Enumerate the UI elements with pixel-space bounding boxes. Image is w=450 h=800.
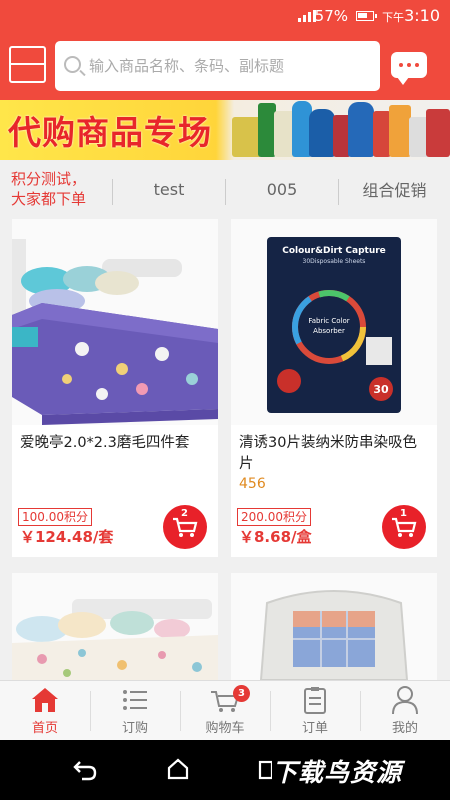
- promo-banner[interactable]: 代购商品专场: [0, 100, 450, 160]
- product-image-container: [231, 573, 437, 680]
- product-card[interactable]: [12, 573, 218, 680]
- category-tab-points-test[interactable]: 积分测试， 大家都下单: [0, 160, 112, 218]
- tab-label: 订购: [121, 721, 148, 736]
- search-input[interactable]: [89, 51, 369, 81]
- points-badge: 200.00积分: [237, 508, 311, 526]
- battery-icon: [356, 11, 377, 21]
- signal-icon: [298, 10, 316, 22]
- product-stock: 456: [239, 476, 266, 492]
- svg-text:30Disposable Sheets: 30Disposable Sheets: [303, 258, 366, 265]
- header: [0, 32, 450, 100]
- cart-icon: [392, 517, 417, 537]
- product-image-floral-bedding: [12, 573, 218, 680]
- svg-text:30: 30: [373, 383, 389, 396]
- points-badge: 100.00积分: [18, 508, 92, 526]
- category-tab-005[interactable]: 005: [226, 160, 338, 218]
- menu-icon[interactable]: [9, 46, 46, 83]
- product-name: 清诱30片装纳米防串染吸色片: [239, 435, 417, 472]
- product-card[interactable]: 爱晚亭2.0*2.3磨毛四件套 100.00积分 ￥124.48/套 2: [12, 219, 218, 557]
- product-card[interactable]: [231, 573, 437, 680]
- search-icon: [64, 56, 81, 73]
- search-box[interactable]: [55, 41, 380, 91]
- tab-order[interactable]: 订购: [90, 681, 180, 740]
- product-image-bedding: [12, 219, 218, 425]
- tab-label: 首页: [31, 721, 58, 736]
- svg-text:Fabric Color: Fabric Color: [308, 317, 349, 325]
- order-icon: [304, 687, 326, 714]
- category-tab-test[interactable]: test: [113, 160, 225, 218]
- svg-text:Colour&Dirt Capture: Colour&Dirt Capture: [282, 246, 386, 256]
- back-icon[interactable]: [72, 758, 98, 782]
- category-tab-combo-promo[interactable]: 组合促销: [339, 160, 450, 218]
- product-price: ￥8.68/盒: [239, 528, 312, 546]
- category-bar: 积分测试， 大家都下单 test 005 组合促销: [0, 160, 450, 218]
- home-icon: [32, 688, 58, 712]
- tab-orders[interactable]: 订单: [270, 681, 360, 740]
- message-icon[interactable]: [391, 52, 427, 85]
- product-price: ￥124.48/套: [20, 528, 114, 546]
- status-bar: 57% 下午3:10: [0, 0, 450, 32]
- tab-home[interactable]: 首页: [0, 681, 90, 740]
- tab-label: 我的: [391, 721, 418, 736]
- banner-title: 代购商品专场: [8, 113, 212, 152]
- tab-label: 订单: [301, 721, 328, 736]
- watermark-logo: 下载鸟资源: [272, 758, 403, 787]
- cart-badge: 3: [233, 685, 250, 702]
- list-icon: [123, 690, 147, 710]
- battery-percent: 57%: [314, 7, 348, 25]
- product-name: 爱晚亭2.0*2.3磨毛四件套: [20, 435, 190, 451]
- product-image-color-catcher: Colour&Dirt Capture 30Disposable Sheets …: [231, 219, 437, 425]
- profile-icon: [392, 686, 418, 715]
- clock: 下午3:10: [382, 6, 440, 25]
- cart-icon: [173, 517, 198, 537]
- svg-text:Absorber: Absorber: [313, 327, 345, 335]
- bottom-tab-bar: 首页 订购 3 购物车 订单 我的: [0, 680, 450, 740]
- tab-profile[interactable]: 我的: [360, 681, 450, 740]
- tab-label: 购物车: [205, 721, 245, 736]
- recents-icon[interactable]: [258, 760, 272, 780]
- system-nav-bar: 下载鸟资源: [0, 740, 450, 800]
- product-card[interactable]: Colour&Dirt Capture 30Disposable Sheets …: [231, 219, 437, 557]
- add-to-cart-button[interactable]: 2: [163, 505, 207, 549]
- home-nav-icon[interactable]: [166, 757, 190, 781]
- tab-cart[interactable]: 3 购物车: [180, 681, 270, 740]
- add-to-cart-button[interactable]: 1: [382, 505, 426, 549]
